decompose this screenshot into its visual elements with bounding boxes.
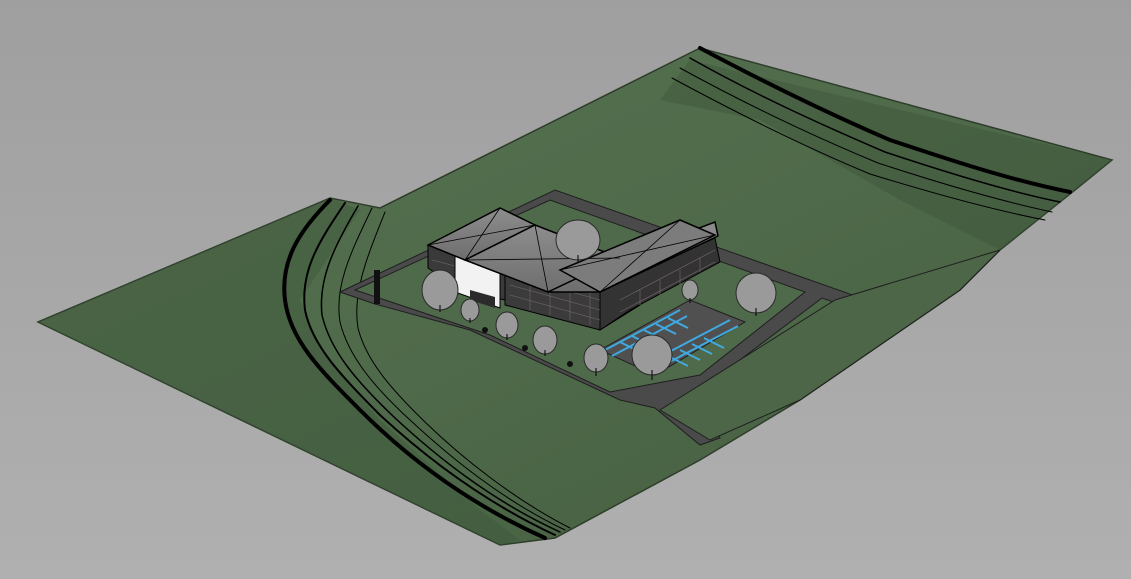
site-model-scene[interactable] xyxy=(0,0,1131,579)
model-viewport[interactable] xyxy=(0,0,1131,579)
